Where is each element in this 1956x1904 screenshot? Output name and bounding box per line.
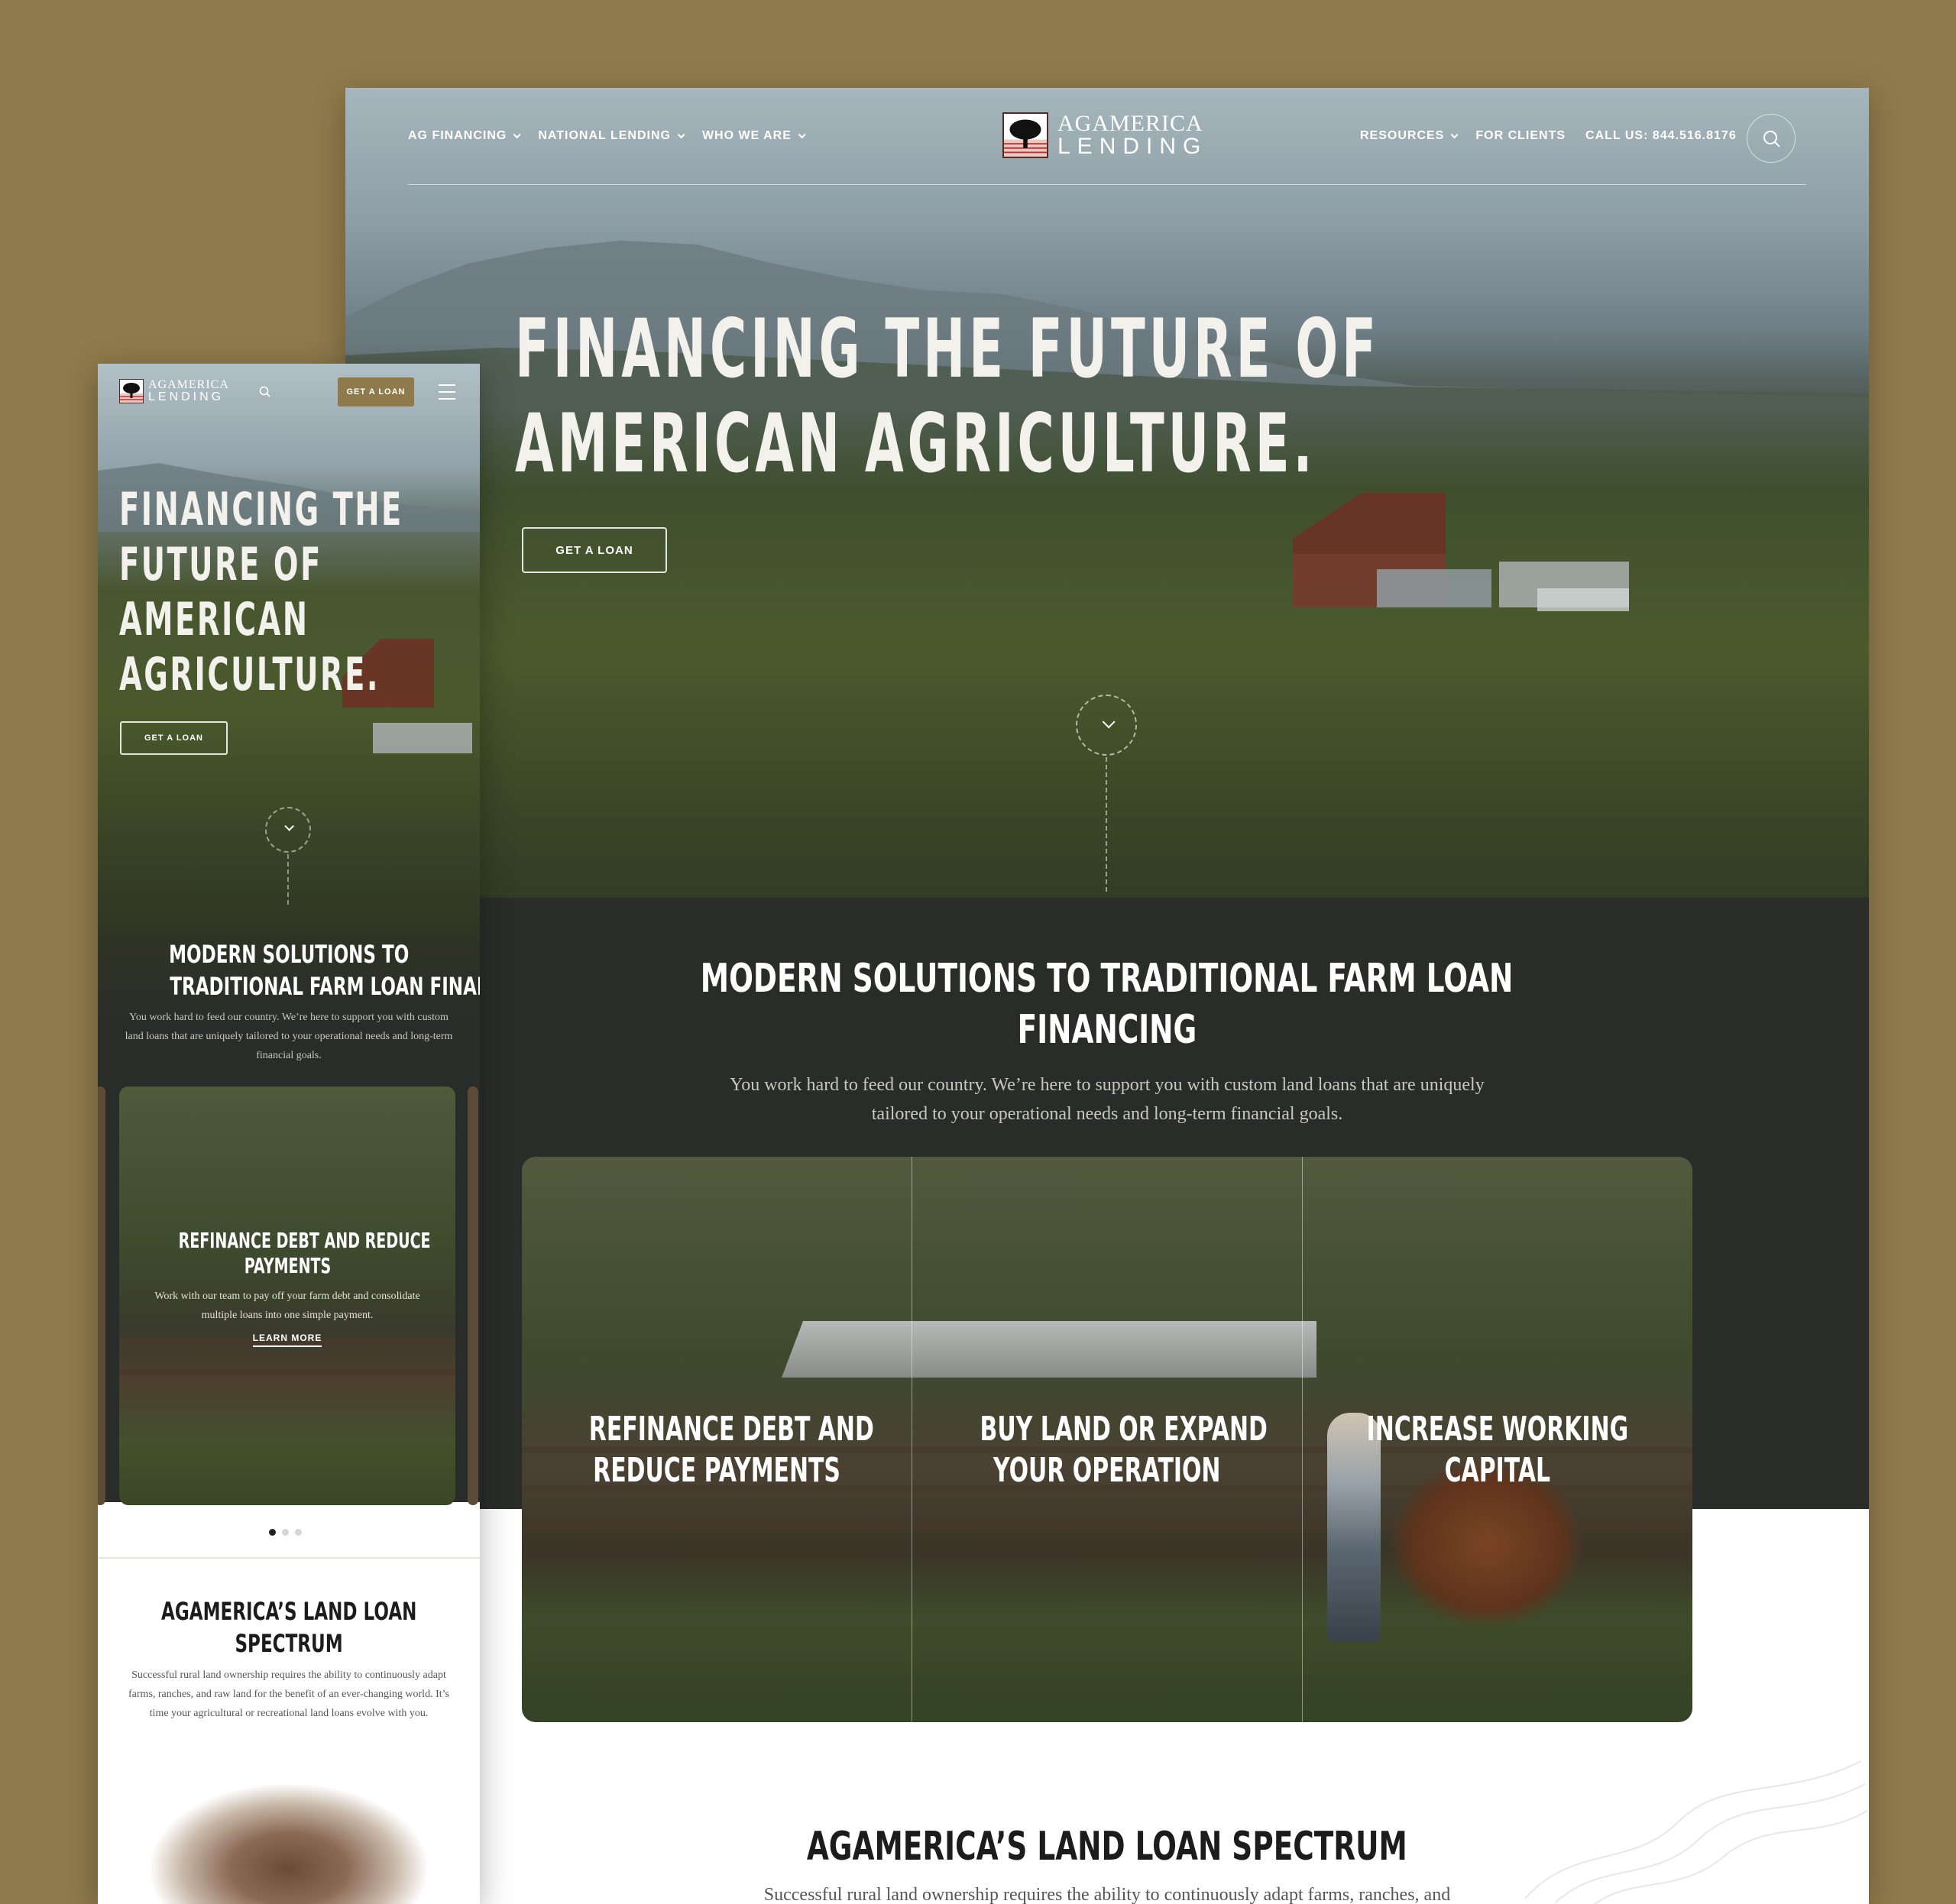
carousel-dot-1[interactable] [269, 1529, 276, 1536]
carousel-pagination [269, 1529, 302, 1536]
scroll-guide-line [287, 854, 289, 905]
card-description: Work with our team to pay off your farm … [154, 1290, 420, 1321]
scroll-down-button[interactable] [1076, 695, 1137, 756]
logo-wordmark: AGAMERICA [148, 378, 229, 391]
carousel-dot-3[interactable] [295, 1529, 302, 1536]
riders-photo [151, 1785, 426, 1904]
mobile-page: AGAMERICA LENDING GET A LOAN FINANCING T… [98, 364, 480, 1904]
chevron-down-icon [513, 130, 521, 138]
carousel-next-card-peek[interactable] [468, 1086, 478, 1505]
spectrum-subtitle: Successful rural land ownership requires… [763, 1885, 1451, 1904]
nav-resources[interactable]: RESOURCES [1360, 129, 1459, 143]
solutions-subtitle: You work hard to feed our country. We’re… [730, 1075, 1485, 1124]
section-divider [98, 1557, 480, 1559]
chevron-down-icon [1451, 130, 1459, 138]
logo-subtitle: LENDING [148, 390, 225, 403]
chevron-down-icon [1102, 715, 1116, 729]
mobile-solutions-heading: MODERN SOLUTIONS TO TRADITIONAL FARM LOA… [168, 940, 480, 1001]
mobile-hero-get-loan-button[interactable]: GET A LOAN [120, 721, 228, 755]
fence-rail [119, 1369, 455, 1375]
chevron-down-icon [284, 821, 294, 831]
mobile-site-logo[interactable]: AGAMERICA LENDING [119, 379, 229, 403]
nav-call-us[interactable]: CALL US: 844.516.8176 [1585, 129, 1737, 143]
primary-nav-left: AG FINANCING NATIONAL LENDING WHO WE ARE [408, 129, 806, 143]
desktop-page: AG FINANCING NATIONAL LENDING WHO WE ARE… [345, 88, 1869, 1904]
hero-get-loan-button[interactable]: GET A LOAN [522, 527, 667, 573]
tree-logo-icon [119, 379, 144, 403]
mobile-hero-title: FINANCING THE FUTURE OF AMERICAN AGRICUL… [119, 483, 403, 701]
tree-logo-icon [1002, 112, 1048, 158]
card-refinance-debt[interactable]: REFINANCE DEBT AND REDUCE PAYMENTS [522, 1157, 912, 1722]
mobile-spectrum-heading: AGAMERICA’S LAND LOAN SPECTRUM [160, 1597, 417, 1658]
primary-nav-right: RESOURCES FOR CLIENTS CALL US: 844.516.8… [1360, 129, 1737, 143]
mobile-solutions-subtitle: You work hard to feed our country. We’re… [125, 1012, 453, 1061]
carousel-dot-2[interactable] [282, 1529, 289, 1536]
nav-divider [408, 184, 1806, 185]
mobile-get-loan-button[interactable]: GET A LOAN [338, 377, 414, 406]
hero-title: FINANCING THE FUTURE OF AMERICAN AGRICUL… [515, 302, 1381, 491]
hamburger-menu-icon[interactable] [439, 384, 455, 400]
nav-who-we-are[interactable]: WHO WE ARE [702, 129, 806, 143]
card-working-capital[interactable]: INCREASE WORKING CAPITAL [1303, 1157, 1692, 1722]
logo-wordmark: AGAMERICA [1057, 111, 1203, 136]
mobile-scroll-down-button[interactable] [265, 807, 311, 853]
solutions-heading: MODERN SOLUTIONS TO TRADITIONAL FARM LOA… [701, 956, 1514, 1053]
nav-ag-financing[interactable]: AG FINANCING [408, 129, 521, 143]
logo-subtitle: LENDING [1057, 134, 1208, 159]
site-logo[interactable]: AGAMERICA LENDING [1002, 112, 1207, 158]
card-buy-land[interactable]: BUY LAND OR EXPAND YOUR OPERATION [912, 1157, 1303, 1722]
carousel-prev-card-peek[interactable] [98, 1086, 105, 1505]
mobile-spectrum-subtitle: Successful rural land ownership requires… [128, 1669, 449, 1719]
search-button[interactable] [1747, 114, 1796, 163]
mobile-card-refinance-debt[interactable]: REFINANCE DEBT AND REDUCE PAYMENTS Work … [119, 1086, 455, 1505]
search-icon[interactable] [258, 385, 272, 399]
chevron-down-icon [677, 130, 685, 138]
solutions-cards: REFINANCE DEBT AND REDUCE PAYMENTS BUY L… [522, 1157, 1692, 1722]
nav-national-lending[interactable]: NATIONAL LENDING [538, 129, 685, 143]
scroll-guide-line [1106, 757, 1107, 892]
nav-for-clients[interactable]: FOR CLIENTS [1475, 129, 1566, 143]
learn-more-link[interactable]: LEARN MORE [119, 1332, 455, 1347]
search-icon [1763, 131, 1780, 147]
spectrum-heading: AGAMERICA’S LAND LOAN SPECTRUM [807, 1824, 1407, 1870]
